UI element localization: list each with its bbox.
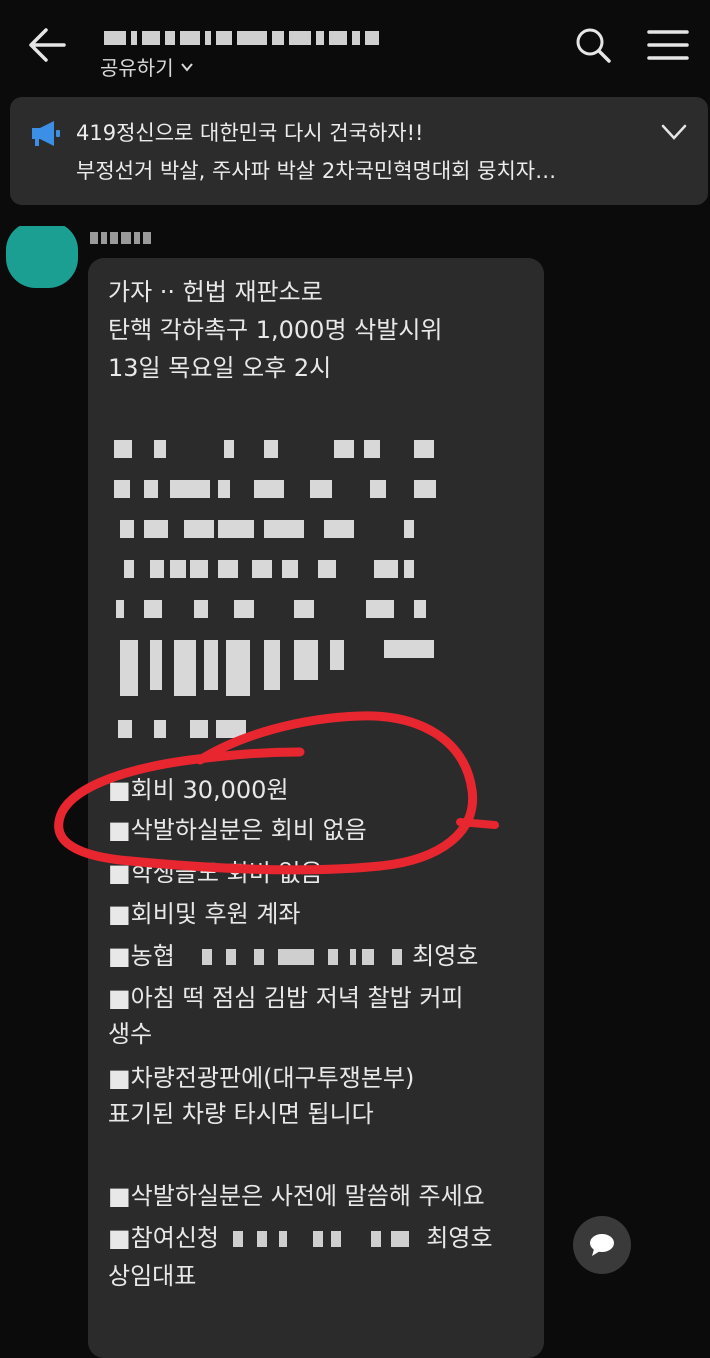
- message-line: ■회비 30,000원: [108, 776, 289, 804]
- message-line: ■학생들도 회비 없음: [108, 859, 323, 887]
- share-dropdown[interactable]: 공유하기: [100, 52, 194, 81]
- message-line: ■아침 떡 점심 김밥 저녁 찰밥 커피: [108, 984, 464, 1012]
- pinned-notice[interactable]: 419정신으로 대한민국 다시 건국하자!! 부정선거 박살, 주사파 박살 2…: [10, 97, 708, 205]
- message-line: 탄핵 각하촉구 1,000명 삭발시위: [108, 316, 443, 344]
- contact-name: 최영호: [426, 1224, 493, 1252]
- redacted-text: [114, 600, 444, 620]
- redacted-text: [114, 560, 444, 580]
- megaphone-icon: [32, 121, 60, 146]
- notice-line-1: 419정신으로 대한민국 다시 건국하자!!: [76, 121, 424, 145]
- avatar[interactable]: [6, 222, 78, 288]
- message-line-contact: ■참여신청 최영호: [108, 1223, 493, 1253]
- chevron-down-icon: [180, 62, 193, 72]
- message-line: 생수: [108, 1020, 153, 1048]
- message-line: 가자 ·· 헌법 재판소로: [108, 278, 323, 306]
- chat-bubble-icon: [590, 1234, 614, 1256]
- back-arrow-icon[interactable]: [24, 22, 70, 68]
- message-line-account: ■농협 최영호: [108, 941, 478, 971]
- redacted-text: [114, 640, 444, 700]
- message-line: 13일 목요일 오후 2시: [108, 354, 332, 382]
- apply-label: ■참여신청: [108, 1224, 219, 1252]
- hamburger-menu-icon[interactable]: [646, 27, 690, 63]
- notice-shadow: [0, 208, 170, 226]
- redacted-text: [114, 720, 444, 740]
- message-line: ■차량전광판에(대구투쟁본부): [108, 1064, 415, 1092]
- bank-label: ■농협: [108, 942, 175, 970]
- message-line: ■삭발하실분은 회비 없음: [108, 816, 367, 844]
- top-bar: 공유하기: [0, 0, 710, 95]
- chat-title-redacted: [104, 28, 394, 48]
- message-line: ■회비및 후원 계좌: [108, 900, 301, 928]
- message-line: 표기된 차량 타시면 됩니다: [108, 1100, 374, 1128]
- message-line: ■삭발하실분은 사전에 말씀해 주세요: [108, 1182, 485, 1210]
- chevron-down-icon[interactable]: [660, 123, 688, 141]
- account-holder: 최영호: [412, 942, 479, 970]
- share-label: 공유하기: [100, 56, 174, 80]
- message-line: 상임대표: [108, 1262, 197, 1290]
- redacted-text: [114, 480, 444, 500]
- redacted-text: [114, 520, 444, 540]
- redacted-text: [114, 440, 444, 460]
- redacted-account-number: [182, 949, 404, 965]
- chat-fab-button[interactable]: [573, 1216, 631, 1274]
- sender-name-redacted: [90, 232, 151, 244]
- search-icon[interactable]: [574, 26, 612, 64]
- redacted-phone-number: [227, 1231, 419, 1247]
- notice-line-2: 부정선거 박살, 주사파 박살 2차국민혁명대회 뭉치자…: [76, 159, 557, 183]
